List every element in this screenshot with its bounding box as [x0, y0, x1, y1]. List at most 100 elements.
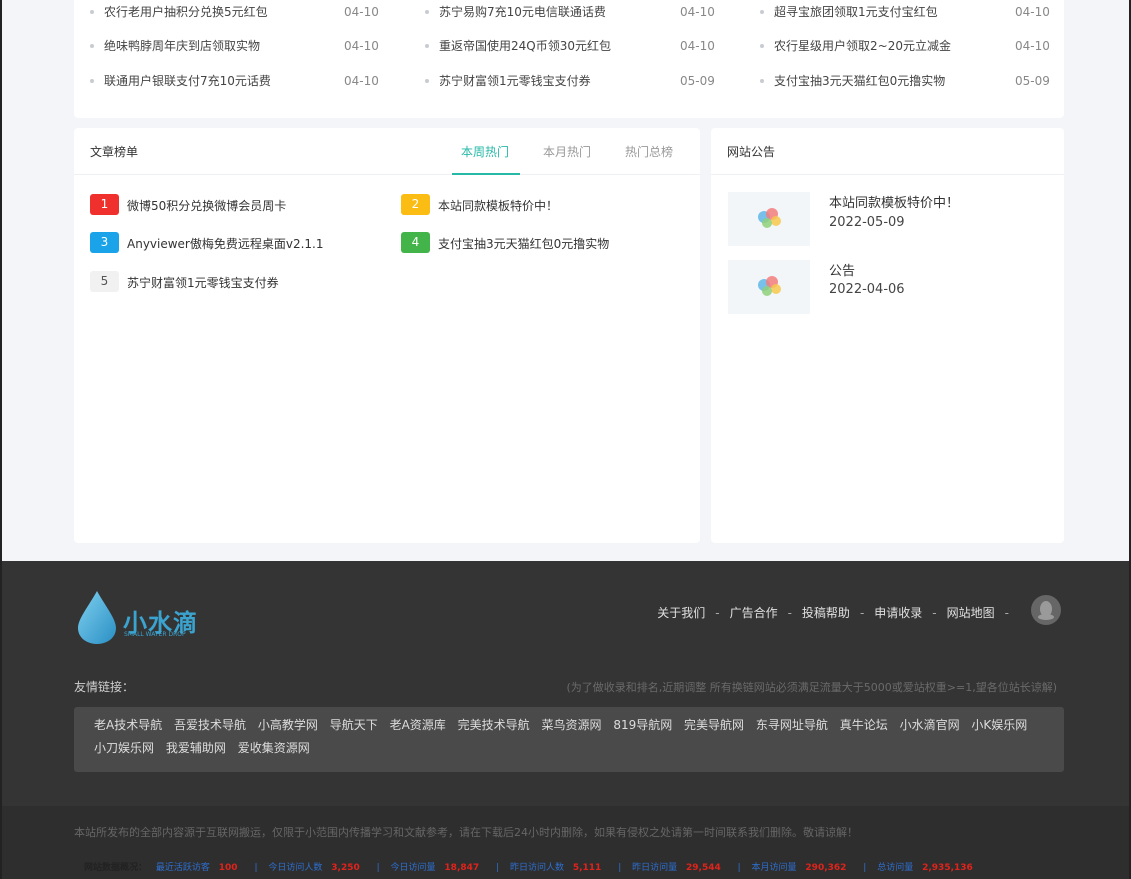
- notice-item[interactable]: 公告 2022-04-06: [728, 260, 1058, 316]
- rank-item[interactable]: 2 本站同款模板特价中！: [401, 194, 691, 216]
- rank-title[interactable]: 苏宁财富领1元零钱宝支付券: [127, 274, 279, 291]
- friend-link[interactable]: 819导航网: [613, 716, 672, 733]
- stat-label: 总访问量: [877, 863, 914, 873]
- friend-links-note: (为了做收录和排名,近期调整 所有换链网站必须满足流量大于5000或爱站权重>=…: [566, 681, 1058, 694]
- friend-link[interactable]: 小K娱乐网: [971, 716, 1027, 733]
- site-footer: 小水滴 SMALL WATER DROP 关于我们 - 广告合作 - 投稿帮助 - 申请收录…: [0, 561, 1131, 879]
- card-header: 网站公告: [711, 128, 1064, 175]
- news-row: 农行老用户抽积分兑换5元红包 04-10 苏宁易购7充10元电信联通话费 04-…: [74, 2, 1064, 22]
- news-title[interactable]: 重返帝国使用24Q币领30元红包: [439, 36, 611, 56]
- friend-link[interactable]: 吾爱技术导航: [174, 716, 246, 733]
- rank-title[interactable]: 微博50积分兑换微博会员周卡: [127, 197, 286, 214]
- news-title[interactable]: 苏宁易购7充10元电信联通话费: [439, 2, 606, 22]
- card-title: 文章榜单: [90, 145, 139, 159]
- friend-link[interactable]: 完美导航网: [684, 716, 744, 733]
- nav-about-us[interactable]: 关于我们: [657, 606, 705, 620]
- rank-item[interactable]: 1 微博50积分兑换微博会员周卡: [90, 194, 380, 216]
- news-item[interactable]: 农行星级用户领取2~20元立减金 04-10: [760, 36, 1050, 56]
- nav-separator: -: [859, 606, 865, 620]
- news-title[interactable]: 绝味鸭脖周年庆到店领取实物: [104, 36, 260, 56]
- nav-sitemap[interactable]: 网站地图: [947, 606, 995, 620]
- news-item[interactable]: 苏宁易购7充10元电信联通话费 04-10: [425, 2, 715, 22]
- disclaimer-text: 本站所发布的全部内容源于互联网搬运，仅限于小范围内传播学习和文献参考，请在下载后…: [74, 826, 858, 839]
- news-date: 05-09: [1015, 74, 1050, 88]
- friend-link[interactable]: 小刀娱乐网: [94, 739, 154, 756]
- rank-item[interactable]: 3 Anyviewer傲梅免费远程桌面v2.1.1: [90, 232, 380, 254]
- bullet-icon: [90, 10, 94, 14]
- news-title[interactable]: 支付宝抽3元天猫红包0元撸实物: [774, 71, 945, 91]
- stat-separator: |: [496, 863, 500, 873]
- news-date: 05-09: [680, 74, 715, 88]
- friend-link[interactable]: 我爱辅助网: [166, 739, 226, 756]
- stat-label: 本月访问量: [751, 863, 797, 873]
- friend-link[interactable]: 老A资源库: [390, 716, 446, 733]
- site-stats: 网站数据概况： 最近活跃访客 100 | 今日访问人数 3,250 | 今日访问…: [84, 860, 987, 873]
- rank-number-badge: 2: [401, 194, 430, 215]
- news-title[interactable]: 联通用户银联支付7充10元话费: [104, 71, 271, 91]
- news-item[interactable]: 农行老用户抽积分兑换5元红包 04-10: [90, 2, 380, 22]
- news-item[interactable]: 重返帝国使用24Q币领30元红包 04-10: [425, 36, 715, 56]
- tab-weekly-hot[interactable]: 本周热门: [461, 143, 509, 160]
- notice-item[interactable]: 本站同款模板特价中！ 2022-05-09: [728, 192, 1058, 248]
- nav-ad-cooperation[interactable]: 广告合作: [730, 606, 778, 620]
- site-logo[interactable]: 小水滴 SMALL WATER DROP: [76, 589, 197, 645]
- stat-label: 最近活跃访客: [155, 863, 210, 873]
- water-drop-icon: [78, 591, 116, 644]
- news-title[interactable]: 农行老用户抽积分兑换5元红包: [104, 2, 268, 22]
- notice-thumbnail[interactable]: [728, 192, 810, 246]
- news-date: 04-10: [1015, 39, 1050, 53]
- footer-nav: 关于我们 - 广告合作 - 投稿帮助 - 申请收录 - 网站地图 -: [657, 603, 1019, 623]
- friend-link[interactable]: 东寻网址导航: [756, 716, 828, 733]
- friend-link[interactable]: 真牛论坛: [840, 716, 888, 733]
- stat-separator: |: [376, 863, 380, 873]
- news-title[interactable]: 超寻宝旅团领取1元支付宝红包: [774, 2, 938, 22]
- tab-all-time-hot[interactable]: 热门总榜: [625, 143, 673, 160]
- stat-separator: |: [254, 863, 258, 873]
- friend-link[interactable]: 爱收集资源网: [238, 739, 310, 756]
- news-item[interactable]: 超寻宝旅团领取1元支付宝红包 04-10: [760, 2, 1050, 22]
- notice-title[interactable]: 公告: [829, 260, 855, 279]
- news-title[interactable]: 苏宁财富领1元零钱宝支付券: [439, 71, 591, 91]
- rank-item[interactable]: 5 苏宁财富领1元零钱宝支付券: [90, 271, 380, 293]
- stat-value: 29,544: [686, 863, 721, 873]
- news-date: 04-10: [344, 39, 379, 53]
- bullet-icon: [425, 44, 429, 48]
- news-item[interactable]: 联通用户银联支付7充10元话费 04-10: [90, 71, 380, 91]
- news-item[interactable]: 绝味鸭脖周年庆到店领取实物 04-10: [90, 36, 380, 56]
- friend-link[interactable]: 老A技术导航: [94, 716, 162, 733]
- friend-link[interactable]: 小高教学网: [258, 716, 318, 733]
- placeholder-image-icon: [758, 276, 781, 296]
- friend-link[interactable]: 完美技术导航: [458, 716, 530, 733]
- notice-thumbnail[interactable]: [728, 260, 810, 314]
- active-tab-underline: [452, 173, 520, 175]
- news-item[interactable]: 苏宁财富领1元零钱宝支付券 05-09: [425, 71, 715, 91]
- qq-penguin-icon: [1038, 601, 1054, 620]
- news-title[interactable]: 农行星级用户领取2~20元立减金: [774, 36, 951, 56]
- news-date: 04-10: [680, 5, 715, 19]
- rank-title[interactable]: Anyviewer傲梅免费远程桌面v2.1.1: [127, 235, 324, 252]
- rank-item[interactable]: 4 支付宝抽3元天猫红包0元撸实物: [401, 232, 691, 254]
- rank-title[interactable]: 本站同款模板特价中！: [438, 197, 558, 214]
- notice-title[interactable]: 本站同款模板特价中！: [829, 192, 959, 211]
- rank-number-badge: 3: [90, 232, 119, 253]
- rank-number-badge: 1: [90, 194, 119, 215]
- bullet-icon: [760, 44, 764, 48]
- rank-number-badge: 5: [90, 271, 119, 292]
- bullet-icon: [90, 44, 94, 48]
- qq-contact-button[interactable]: [1031, 595, 1061, 625]
- bullet-icon: [760, 10, 764, 14]
- friend-link[interactable]: 小水滴官网: [900, 716, 960, 733]
- rank-title[interactable]: 支付宝抽3元天猫红包0元撸实物: [438, 235, 609, 252]
- friend-link[interactable]: 导航天下: [330, 716, 378, 733]
- bullet-icon: [90, 79, 94, 83]
- friend-links-label: 友情链接：: [74, 680, 135, 694]
- nav-apply-listing[interactable]: 申请收录: [874, 606, 922, 620]
- friend-link[interactable]: 菜鸟资源网: [541, 716, 601, 733]
- site-notice-card: 网站公告 本站同款模板特价中！ 2022-05-09 公告 2022-04-06: [711, 128, 1064, 543]
- tab-monthly-hot[interactable]: 本月热门: [543, 143, 591, 160]
- news-date: 04-10: [344, 74, 379, 88]
- news-item[interactable]: 支付宝抽3元天猫红包0元撸实物 05-09: [760, 71, 1050, 91]
- nav-separator: -: [787, 606, 792, 620]
- news-date: 04-10: [1015, 5, 1050, 19]
- nav-submission-help[interactable]: 投稿帮助: [802, 606, 850, 620]
